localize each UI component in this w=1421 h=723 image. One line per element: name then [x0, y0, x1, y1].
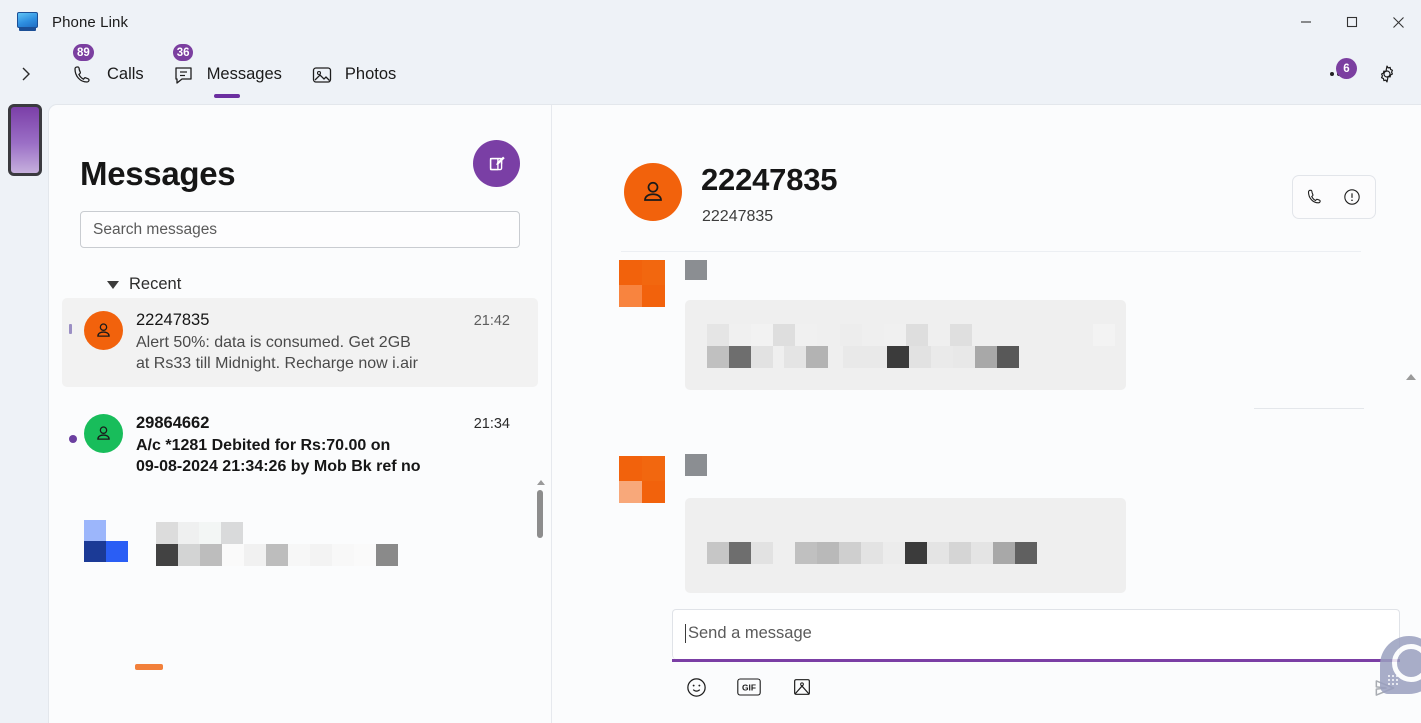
recent-section-label: Recent [129, 275, 182, 293]
conversation-snippet: A/c *1281 Debited for Rs:70.00 on 09-08-… [136, 437, 421, 476]
avatar [619, 456, 666, 503]
message-composer: Send a message GIF [553, 605, 1421, 723]
header-divider [621, 251, 1361, 252]
photo-icon [310, 61, 336, 87]
messages-list-pane: Messages Recent [49, 105, 552, 723]
compose-new-message-icon[interactable] [473, 140, 520, 187]
calls-badge: 89 [71, 42, 96, 63]
redacted-snippet [136, 520, 510, 578]
message-timestamp-divider [1254, 408, 1364, 409]
emoji-icon[interactable] [684, 675, 708, 699]
chevron-down-icon [107, 280, 119, 289]
conversation-pane: 22247835 22247835 Send a message GIF [553, 105, 1421, 723]
phone-icon [72, 61, 98, 87]
image-icon[interactable] [790, 675, 814, 699]
list-scrollbar[interactable] [535, 480, 546, 670]
input-focus-underline [672, 659, 1400, 662]
message-input-placeholder: Send a message [685, 624, 812, 643]
scroll-up-arrow-icon[interactable] [1406, 374, 1416, 380]
info-circle-icon[interactable] [1341, 186, 1363, 208]
device-rail [8, 104, 42, 723]
tab-messages-label: Messages [206, 64, 282, 83]
conversation-name: 22247835 [136, 311, 210, 329]
content-card: Messages Recent [48, 104, 1421, 723]
title-bar: Phone Link [0, 0, 1421, 44]
list-item[interactable] [62, 324, 538, 578]
redacted-sender-label [685, 454, 707, 476]
avatar [624, 163, 682, 221]
tab-messages[interactable]: 36 Messages [160, 42, 294, 100]
composer-tools: GIF [684, 675, 814, 699]
window-controls [1283, 0, 1421, 44]
avatar [84, 520, 128, 563]
contact-name: 22247835 [701, 162, 838, 197]
message-bubble [685, 498, 1126, 593]
conversation-time: 21:34 [473, 416, 510, 433]
minimize-button[interactable] [1283, 0, 1329, 44]
tab-photos[interactable]: Photos [298, 48, 408, 100]
scrollbar-thumb[interactable] [537, 490, 543, 538]
list-item[interactable]: 29864662 21:34 A/c *1281 Debited for Rs:… [62, 401, 538, 490]
tab-calls-label: Calls [107, 64, 144, 83]
chat-bubble-icon [172, 61, 198, 87]
unread-indicator-dot [69, 435, 77, 444]
conversation-actions [1292, 175, 1376, 219]
close-button[interactable] [1375, 0, 1421, 44]
chevron-right-icon[interactable] [4, 52, 48, 96]
svg-text:GIF: GIF [742, 683, 756, 693]
recent-section-header[interactable]: Recent [49, 275, 551, 294]
page-title: Messages [80, 155, 236, 192]
messages-badge: 36 [170, 42, 196, 63]
thread-scrollbar[interactable] [1404, 374, 1417, 600]
gif-icon[interactable]: GIF [737, 675, 761, 699]
list-item-body: 29864662 21:34 A/c *1281 Debited for Rs:… [136, 414, 510, 477]
overflow-badge: 6 [1336, 58, 1357, 79]
phone-call-icon[interactable] [1305, 186, 1327, 208]
conversation-time: 21:42 [473, 313, 510, 329]
unread-indicator-dot [69, 324, 72, 334]
message-group [553, 454, 1421, 600]
tab-calls[interactable]: 89 Calls [60, 42, 156, 100]
nav-right-actions: 6 [1317, 54, 1421, 94]
app-icon [16, 10, 40, 34]
drag-grip-icon[interactable] [1387, 674, 1398, 685]
app-title: Phone Link [52, 13, 129, 31]
gear-icon[interactable] [1367, 54, 1407, 94]
message-group [553, 260, 1421, 410]
active-tab-indicator [213, 94, 240, 98]
avatar [84, 414, 123, 454]
search-input[interactable] [93, 220, 507, 239]
phone-link-window: Phone Link 89 Calls 36 Messages Photos 6… [0, 0, 1421, 723]
list-item-body: 22247835 21:42 Alert 50%: data is consum… [136, 311, 510, 374]
list-item-partial[interactable] [135, 664, 163, 670]
redacted-sender-label [685, 260, 707, 280]
message-bubble [685, 300, 1126, 390]
avatar [619, 260, 666, 307]
search-box[interactable] [80, 211, 520, 248]
tab-photos-label: Photos [344, 64, 397, 83]
phone-device-thumbnail[interactable] [8, 104, 42, 176]
conversation-name: 29864662 [136, 414, 210, 433]
list-item[interactable]: 22247835 21:42 Alert 50%: data is consum… [62, 298, 538, 388]
more-dots-icon[interactable]: 6 [1317, 54, 1361, 94]
contact-subtitle: 22247835 [702, 208, 774, 225]
messages-header: Messages [49, 105, 551, 193]
conversation-snippet: Alert 50%: data is consumed. Get 2GB at … [136, 334, 418, 373]
maximize-button[interactable] [1329, 0, 1375, 44]
scroll-up-arrow-icon[interactable] [537, 480, 545, 485]
nav-tabs: 89 Calls 36 Messages Photos [60, 42, 408, 100]
message-input-box[interactable]: Send a message [672, 609, 1400, 659]
conversation-header: 22247835 22247835 [553, 105, 1421, 252]
conversation-list: 22247835 21:42 Alert 50%: data is consum… [49, 298, 551, 670]
avatar [84, 311, 123, 350]
navigation-bar: 89 Calls 36 Messages Photos 6 [0, 42, 1421, 104]
message-thread [553, 260, 1421, 600]
